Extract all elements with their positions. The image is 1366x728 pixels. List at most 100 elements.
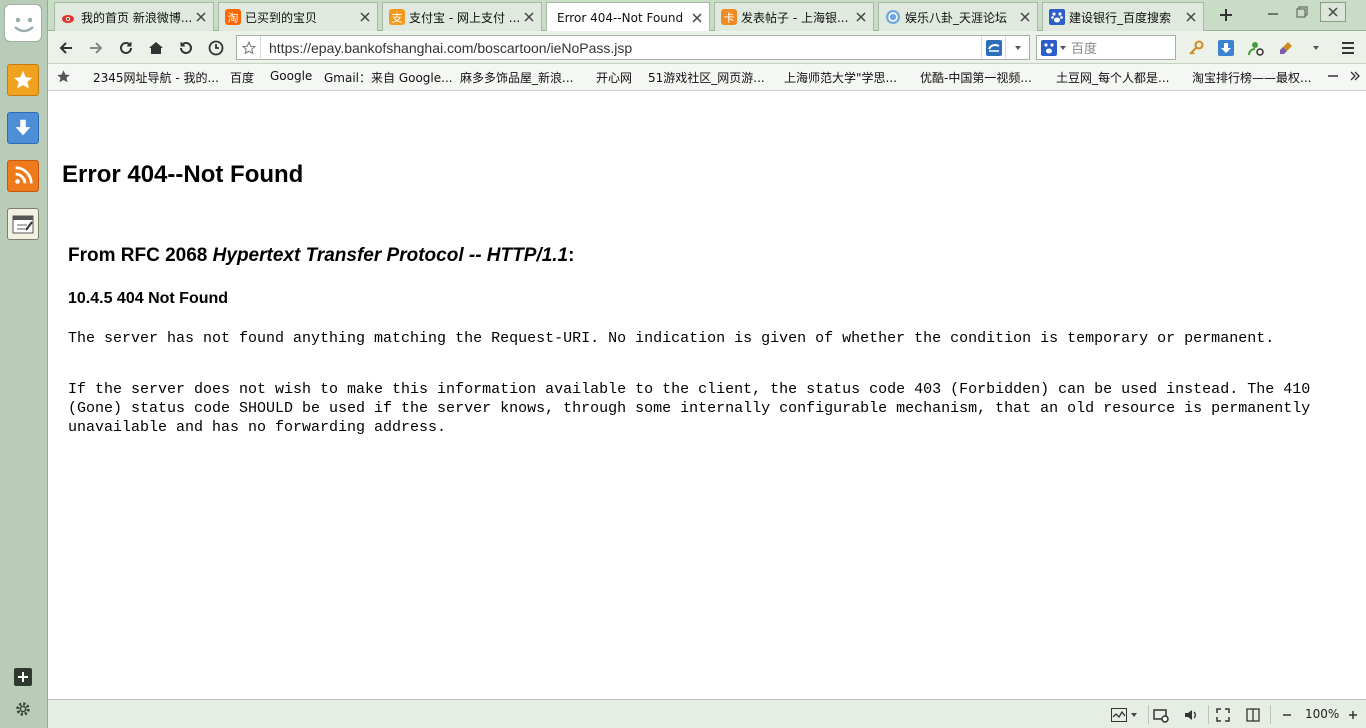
undo-close-icon[interactable]: [176, 38, 196, 58]
collapse-dash-icon[interactable]: [1326, 69, 1340, 86]
tab-error-404[interactable]: Error 404--Not Found: [546, 2, 710, 32]
bookmark-item[interactable]: 麻多多饰品屋_新浪...: [460, 69, 573, 86]
tab-label: Error 404--Not Found: [557, 10, 684, 25]
browser-logo-icon[interactable]: [4, 4, 42, 42]
bookmark-item[interactable]: Gmail：来自 Google...: [324, 69, 453, 86]
bookmark-item[interactable]: 上海师范大学"学思...: [784, 69, 897, 86]
bookmark-item[interactable]: 淘宝排行榜——最权...: [1192, 69, 1311, 86]
tab-label: 我的首页 新浪微博...: [81, 10, 191, 25]
status-divider: [1148, 705, 1149, 724]
tab-tianya[interactable]: 娱乐八卦_天涯论坛: [878, 2, 1038, 31]
search-box[interactable]: 百度: [1036, 35, 1176, 60]
svg-text:支: 支: [392, 12, 403, 25]
add-sidebar-plus-icon[interactable]: [14, 668, 32, 686]
new-tab-plus-icon[interactable]: [1216, 5, 1236, 25]
tab-label: 已买到的宝贝: [245, 10, 318, 25]
bookmarks-star-icon[interactable]: [56, 69, 71, 87]
status-divider: [1270, 705, 1271, 724]
tianya-icon: [885, 9, 901, 25]
close-tab-icon[interactable]: [359, 11, 371, 23]
section-heading: From RFC 2068 Hypertext Transfer Protoco…: [68, 245, 574, 267]
key-password-icon[interactable]: [1186, 38, 1206, 58]
tab-weibo[interactable]: 我的首页 新浪微博...: [54, 2, 214, 31]
fullscreen-icon[interactable]: [1214, 706, 1232, 724]
download-icon[interactable]: [7, 112, 39, 144]
screenshot-icon[interactable]: [1152, 706, 1170, 724]
download-manager-icon[interactable]: [1216, 38, 1236, 58]
refresh-icon[interactable]: [116, 38, 136, 58]
taobao-icon: 淘: [225, 9, 241, 25]
tab-label: 支付宝 - 网上支付 ...: [409, 10, 519, 25]
navigation-bar: https://epay.bankofshanghai.com/boscarto…: [48, 31, 1366, 64]
settings-gear-icon[interactable]: [14, 700, 32, 718]
weibo-icon: [61, 9, 77, 25]
status-divider: [1208, 705, 1209, 724]
chevron-down-icon[interactable]: [1005, 36, 1029, 59]
svg-text:卡: 卡: [724, 12, 735, 25]
page-title: Error 404--Not Found: [62, 161, 304, 188]
volume-speaker-icon[interactable]: [1182, 706, 1200, 724]
tab-label: 发表帖子 - 上海银...: [741, 10, 849, 25]
bookmark-star-icon[interactable]: [237, 36, 261, 59]
close-tab-icon[interactable]: [523, 11, 535, 23]
tab-label: 建设银行_百度搜索: [1069, 10, 1172, 25]
page-content: Error 404--Not Found From RFC 2068 Hyper…: [48, 91, 1366, 699]
more-bookmarks-chevron-icon[interactable]: [1348, 69, 1362, 86]
tab-baidu-search[interactable]: 建设银行_百度搜索: [1042, 2, 1204, 31]
restore-window-icon[interactable]: [1289, 2, 1315, 22]
ie-compat-icon[interactable]: [981, 36, 1005, 59]
favorites-star-icon[interactable]: [7, 64, 39, 96]
subsection-heading: 10.4.5 404 Not Found: [68, 290, 229, 307]
address-bar[interactable]: https://epay.bankofshanghai.com/boscarto…: [236, 35, 1030, 60]
close-tab-icon[interactable]: [1019, 11, 1031, 23]
tab-label: 娱乐八卦_天涯论坛: [905, 10, 1008, 25]
paragraph-forbidden-gone: If the server does not wish to make this…: [68, 381, 1311, 436]
tab-post-forum[interactable]: 卡 发表帖子 - 上海银...: [714, 2, 874, 31]
history-clock-icon[interactable]: [206, 38, 226, 58]
baidu-search-engine-icon[interactable]: [1037, 36, 1071, 59]
svg-text:淘: 淘: [228, 12, 239, 25]
notepad-icon[interactable]: [7, 208, 39, 240]
close-tab-icon[interactable]: [1185, 11, 1197, 23]
zoom-out-minus-icon[interactable]: [1278, 706, 1296, 724]
bookmark-item[interactable]: 2345网址导航 - 我的...: [93, 69, 219, 86]
minimize-window-icon[interactable]: [1260, 2, 1286, 22]
close-window-icon[interactable]: [1320, 2, 1346, 22]
paragraph-not-found: The server has not found anything matchi…: [68, 330, 1275, 347]
toolbar-chevron-icon[interactable]: [1306, 38, 1326, 58]
bookmark-item[interactable]: 51游戏社区_网页游...: [648, 69, 765, 86]
section-heading-protocol: Hypertext Transfer Protocol -- HTTP/1.1: [212, 245, 569, 266]
bookmark-item[interactable]: 开心网: [596, 69, 632, 86]
split-view-icon[interactable]: [1244, 706, 1262, 724]
tab-alipay[interactable]: 支 支付宝 - 网上支付 ...: [382, 2, 542, 31]
clean-brush-icon[interactable]: [1276, 38, 1296, 58]
rss-icon[interactable]: [7, 160, 39, 192]
close-tab-icon[interactable]: [691, 12, 703, 24]
back-arrow-icon[interactable]: [56, 38, 76, 58]
status-bar: 100%: [48, 699, 1366, 728]
address-url[interactable]: https://epay.bankofshanghai.com/boscarto…: [261, 40, 981, 56]
menu-hamburger-icon[interactable]: [1338, 38, 1358, 58]
search-input[interactable]: 百度: [1071, 38, 1097, 57]
user-sync-icon[interactable]: [1246, 38, 1266, 58]
sidebar: [0, 0, 48, 728]
bookmark-item[interactable]: 优酷-中国第一视频...: [920, 69, 1032, 86]
bookmark-item[interactable]: Google: [270, 69, 312, 83]
alipay-icon: 支: [389, 9, 405, 25]
tab-strip: 我的首页 新浪微博... 淘 已买到的宝贝 支 支付宝 - 网上支付 ... E…: [48, 0, 1366, 32]
section-heading-prefix: From RFC 2068: [68, 245, 213, 266]
performance-chart-icon[interactable]: [1110, 706, 1140, 724]
forum-icon: 卡: [721, 9, 737, 25]
zoom-in-plus-icon[interactable]: [1344, 706, 1362, 724]
baidu-paw-icon: [1049, 9, 1065, 25]
close-tab-icon[interactable]: [855, 11, 867, 23]
close-tab-icon[interactable]: [195, 11, 207, 23]
bookmark-bar: 2345网址导航 - 我的... 百度 Google Gmail：来自 Goog…: [48, 64, 1366, 91]
section-heading-suffix: :: [568, 245, 575, 266]
bookmark-item[interactable]: 百度: [230, 69, 254, 86]
bookmark-item[interactable]: 土豆网_每个人都是...: [1056, 69, 1169, 86]
forward-arrow-icon[interactable]: [86, 38, 106, 58]
tab-taobao[interactable]: 淘 已买到的宝贝: [218, 2, 378, 31]
home-icon[interactable]: [146, 38, 166, 58]
zoom-level[interactable]: 100%: [1305, 707, 1339, 721]
